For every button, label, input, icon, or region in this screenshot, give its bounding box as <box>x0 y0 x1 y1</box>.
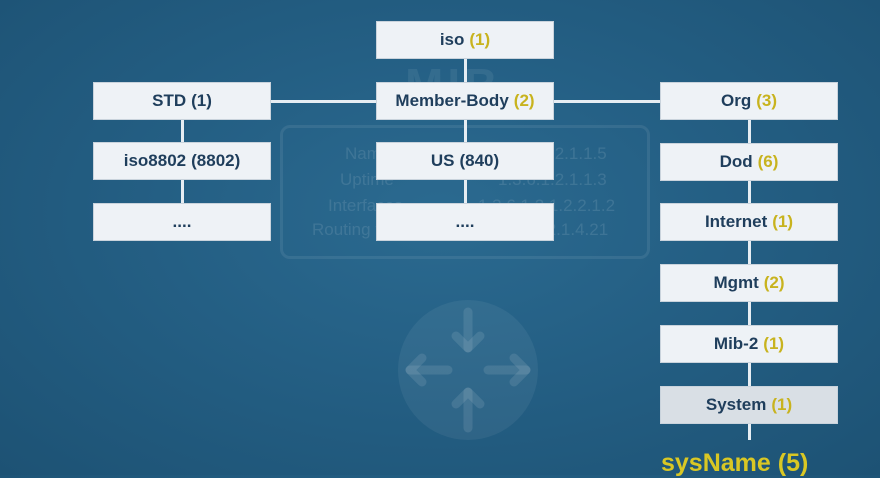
node-label: Org <box>720 91 752 110</box>
node-label: System <box>705 395 767 414</box>
node-member-body[interactable]: Member-Body (2) <box>376 82 554 120</box>
node-number: (1) <box>469 30 491 49</box>
node-us[interactable]: US (840) <box>376 142 554 180</box>
node-internet[interactable]: Internet (1) <box>660 203 838 241</box>
leaf-label: sysName <box>661 449 771 477</box>
router-watermark-icon <box>398 300 538 440</box>
node-number: (840) <box>459 151 500 170</box>
node-label: Mib-2 <box>713 334 759 353</box>
node-label: Internet <box>704 212 768 231</box>
node-std[interactable]: STD (1) <box>93 82 271 120</box>
node-dod[interactable]: Dod (6) <box>660 143 838 181</box>
node-mid-ellipsis[interactable]: .... <box>376 203 554 241</box>
node-label: .... <box>455 212 475 231</box>
node-label: iso <box>439 30 465 49</box>
node-org[interactable]: Org (3) <box>660 82 838 120</box>
node-label: .... <box>172 212 192 231</box>
node-number: (1) <box>763 334 785 353</box>
node-number: (1) <box>772 212 794 231</box>
leaf-sysname: sysName (5) <box>661 449 808 478</box>
node-number: (2) <box>513 91 535 110</box>
node-iso8802[interactable]: iso8802 (8802) <box>93 142 271 180</box>
leaf-number: (5) <box>777 449 809 477</box>
node-label: Member-Body <box>395 91 509 110</box>
node-mib-2[interactable]: Mib-2 (1) <box>660 325 838 363</box>
node-number: (2) <box>763 273 785 292</box>
node-number: (3) <box>756 91 777 110</box>
node-number: (8802) <box>191 151 241 170</box>
node-label: US <box>430 151 455 170</box>
node-label: iso8802 <box>123 151 187 170</box>
node-number: (1) <box>191 91 212 110</box>
node-number: (1) <box>771 395 793 414</box>
node-label: STD <box>152 91 187 110</box>
node-label: Dod <box>719 152 753 171</box>
connector-line <box>464 58 467 203</box>
node-label: Mgmt <box>713 273 759 292</box>
node-number: (6) <box>757 152 779 171</box>
node-left-ellipsis[interactable]: .... <box>93 203 271 241</box>
node-mgmt[interactable]: Mgmt (2) <box>660 264 838 302</box>
node-system[interactable]: System (1) <box>660 386 838 424</box>
node-iso[interactable]: iso (1) <box>376 21 554 59</box>
